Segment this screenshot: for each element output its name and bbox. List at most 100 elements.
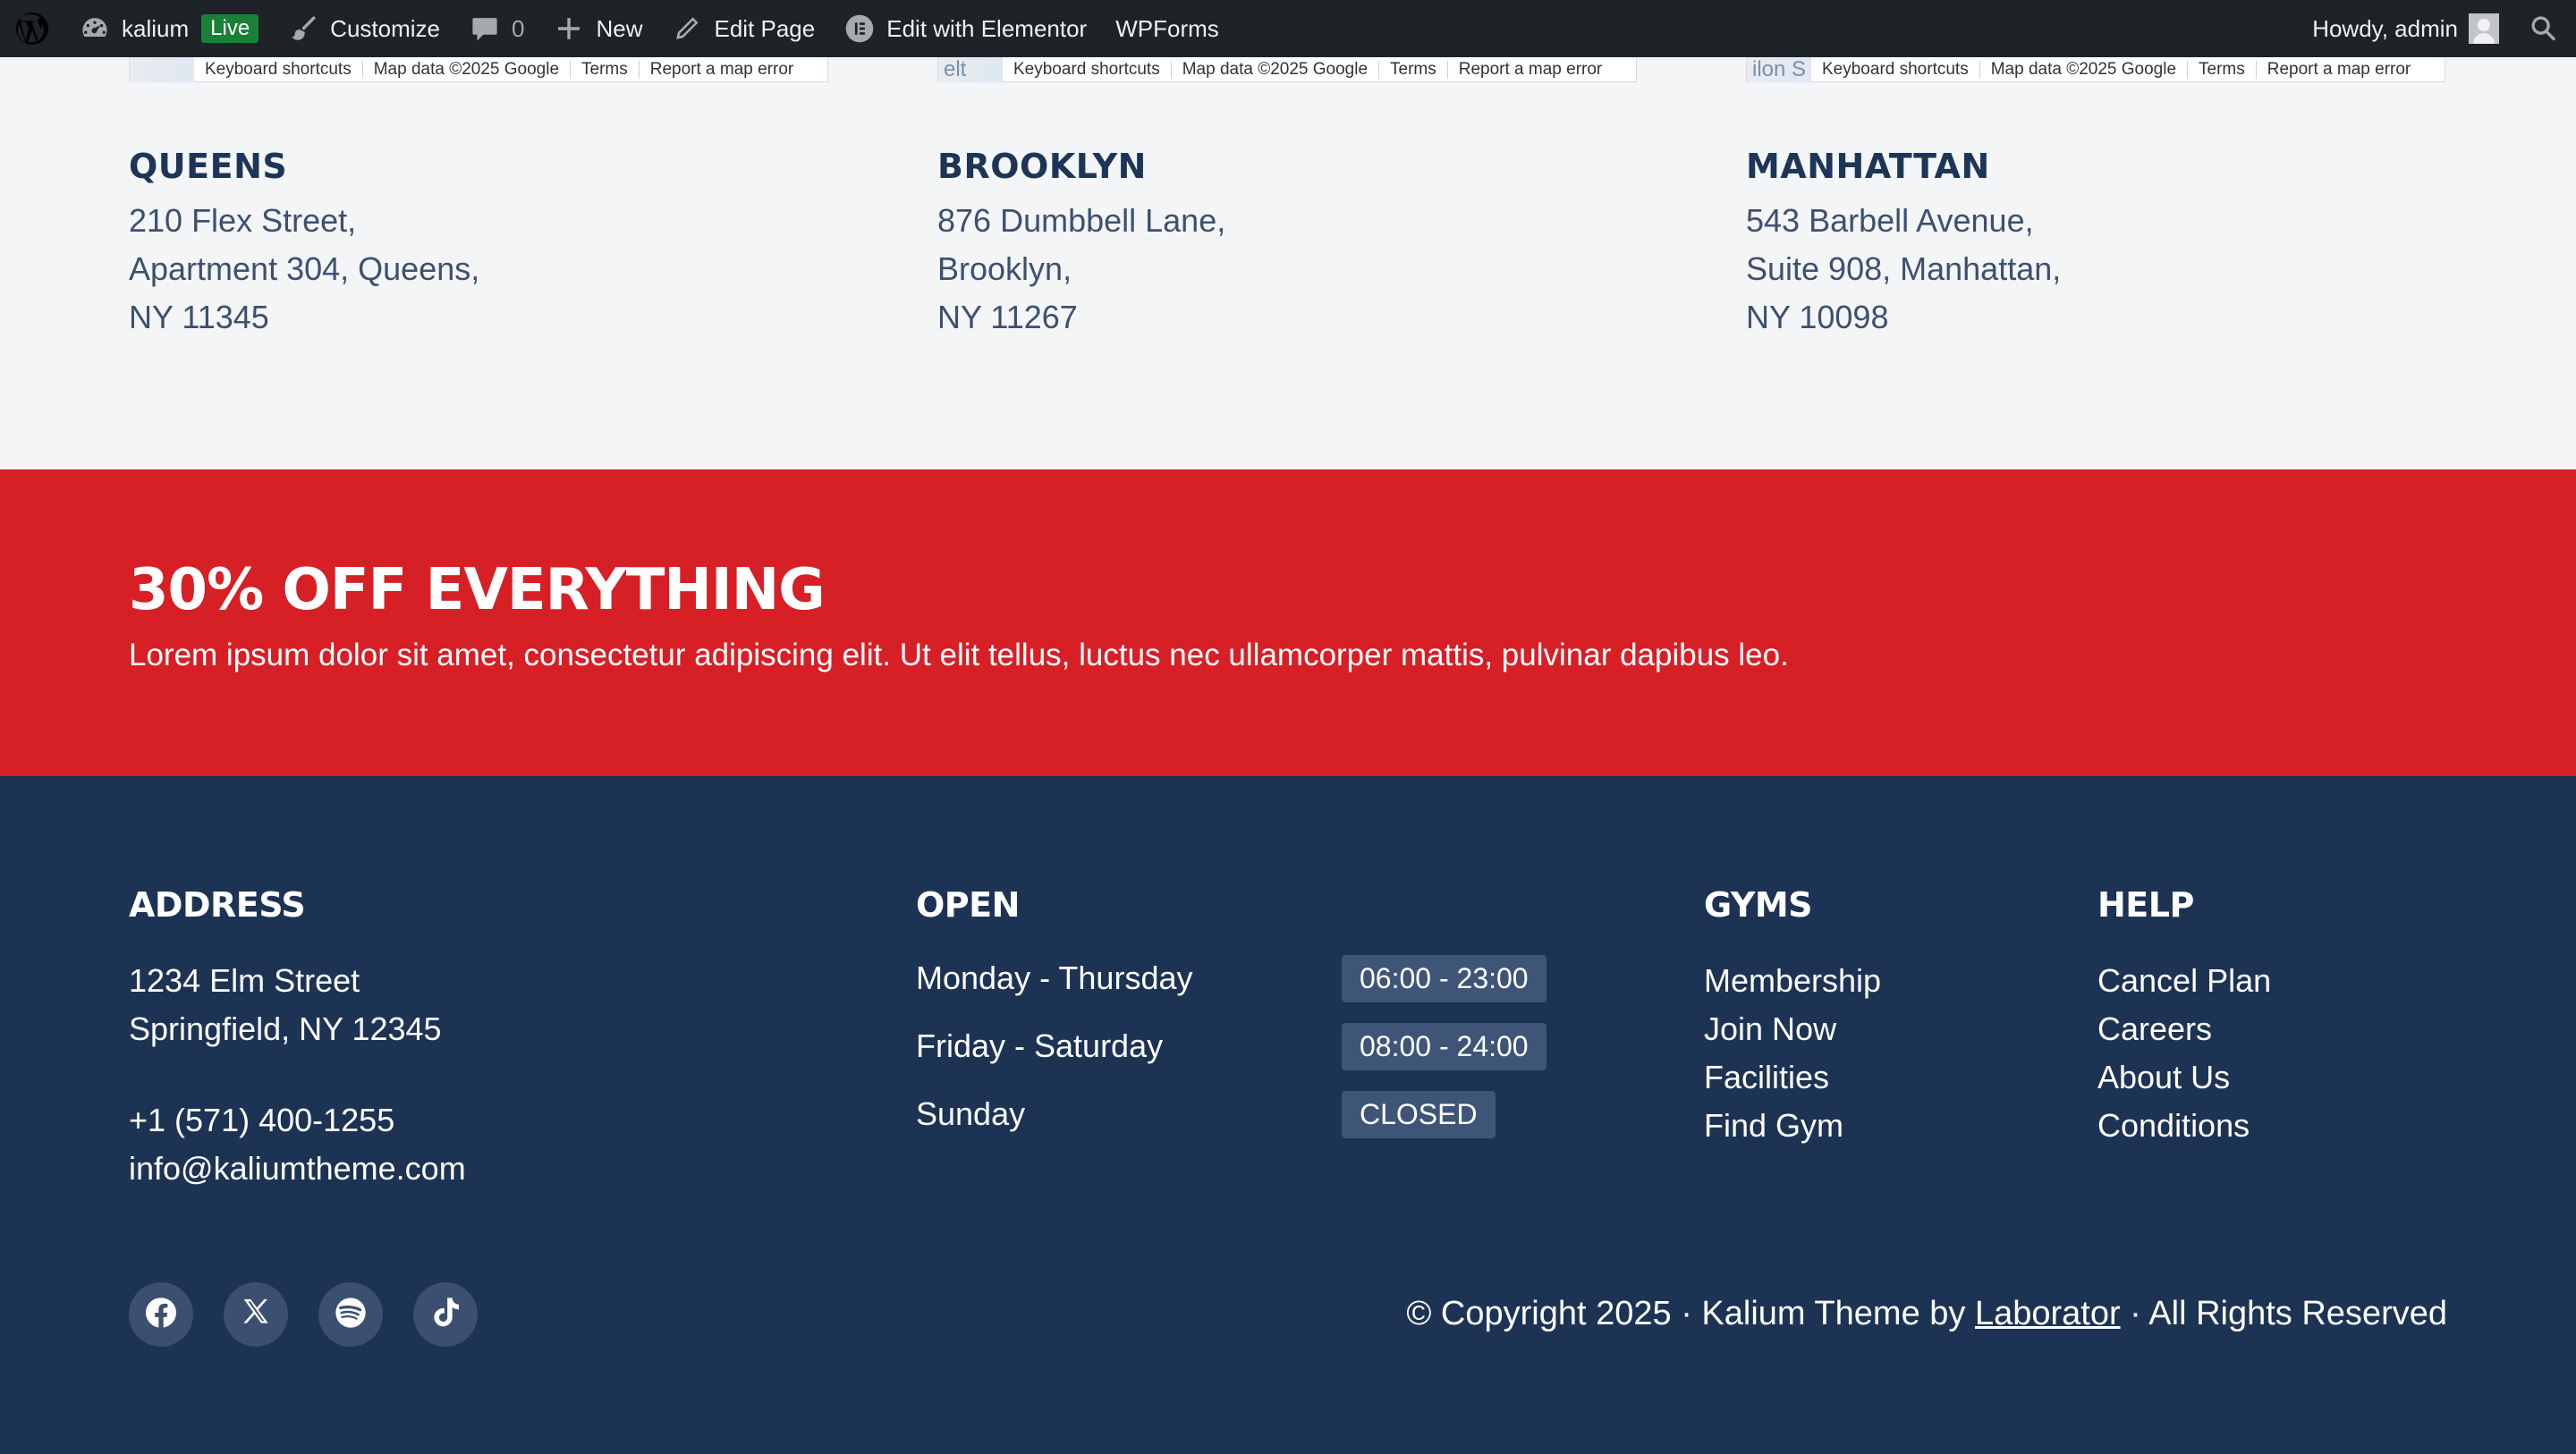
promo-banner: 30% OFF EVERYTHING Lorem ipsum dolor sit… xyxy=(0,469,2576,776)
hours-day: Monday - Thursday xyxy=(916,959,1193,996)
hours-row: Sunday CLOSED xyxy=(916,1080,1546,1148)
live-badge: Live xyxy=(201,14,259,43)
edit-page-link[interactable]: Edit Page xyxy=(657,0,829,57)
new-label: New xyxy=(596,14,643,42)
spotify-link[interactable] xyxy=(318,1282,383,1347)
site-name: kalium xyxy=(122,14,190,42)
terms-link[interactable]: Terms xyxy=(570,60,639,79)
footer-heading: GYMS xyxy=(1704,885,1813,925)
footer-heading: OPEN xyxy=(916,885,1020,925)
footer-link-find-gym[interactable]: Find Gym xyxy=(1704,1102,1881,1150)
footer-link-facilities[interactable]: Facilities xyxy=(1704,1053,1881,1102)
new-content-menu[interactable]: New xyxy=(538,0,657,57)
location-address-line: Brooklyn, xyxy=(937,250,1072,287)
tiktok-icon xyxy=(428,1295,463,1335)
facebook-icon xyxy=(143,1295,179,1335)
map-thumbnail[interactable] xyxy=(130,56,194,82)
hours-badge: 08:00 - 24:00 xyxy=(1342,1022,1546,1070)
report-map-error-link[interactable]: Report a map error xyxy=(638,60,805,79)
edit-page-label: Edit Page xyxy=(714,14,816,42)
location-address-line: Suite 908, Manhattan, xyxy=(1746,250,2062,287)
hours-badge: 06:00 - 23:00 xyxy=(1342,954,1546,1002)
keyboard-shortcuts-button[interactable]: Keyboard shortcuts xyxy=(1003,60,1171,79)
paintbrush-icon xyxy=(287,13,319,45)
location-brooklyn: BROOKLYN 876 Dumbbell Lane, Brooklyn, NY… xyxy=(937,147,1563,342)
edit-with-elementor-label: Edit with Elementor xyxy=(886,14,1088,42)
hours-day: Friday - Saturday xyxy=(916,1027,1164,1064)
spotify-icon xyxy=(333,1295,369,1335)
footer-link-about-us[interactable]: About Us xyxy=(2097,1053,2271,1102)
wpforms-label: WPForms xyxy=(1115,14,1219,42)
comments-count: 0 xyxy=(512,14,525,42)
map-attribution-manhattan: ilon S Keyboard shortcuts Map data ©2025… xyxy=(1746,56,2445,82)
site-name-menu[interactable]: kalium Live xyxy=(64,0,273,57)
location-queens: QUEENS 210 Flex Street, Apartment 304, Q… xyxy=(129,147,755,342)
edit-with-elementor-link[interactable]: Edit with Elementor xyxy=(829,0,1101,57)
customize-link[interactable]: Customize xyxy=(273,0,454,57)
x-twitter-link[interactable] xyxy=(224,1282,288,1347)
laborator-link[interactable]: Laborator xyxy=(1975,1295,2121,1332)
footer-link-careers[interactable]: Careers xyxy=(2097,1005,2271,1053)
location-address-line: Apartment 304, Queens, xyxy=(129,250,480,287)
email-address[interactable]: info@kaliumtheme.com xyxy=(129,1145,466,1193)
wordpress-logo-icon[interactable] xyxy=(0,0,64,57)
comment-bubble-icon xyxy=(469,13,501,45)
account-menu[interactable]: Howdy, admin xyxy=(2298,0,2513,57)
report-map-error-link[interactable]: Report a map error xyxy=(2255,60,2422,79)
avatar xyxy=(2469,13,2499,44)
location-name: MANHATTAN xyxy=(1746,147,1990,186)
x-icon xyxy=(238,1295,274,1335)
location-address-line: NY 11345 xyxy=(129,299,269,335)
footer-heading: HELP xyxy=(2097,885,2194,925)
footer-address: ADDRESS 1234 Elm Street Springfield, NY … xyxy=(129,885,466,1193)
copyright-suffix: · All Rights Reserved xyxy=(2120,1295,2447,1332)
dashboard-icon xyxy=(79,13,111,45)
promo-title: 30% OFF EVERYTHING xyxy=(129,557,826,623)
hours-day: Sunday xyxy=(916,1095,1026,1132)
hours-row: Monday - Thursday 06:00 - 23:00 xyxy=(916,944,1546,1012)
copyright-text: © Copyright 2025 · Kalium Theme by Labor… xyxy=(1406,1295,2447,1333)
location-address-line: 543 Barbell Avenue, xyxy=(1746,202,2034,239)
address-city: Springfield, NY 12345 xyxy=(129,1010,442,1047)
site-footer: ADDRESS 1234 Elm Street Springfield, NY … xyxy=(0,776,2576,1454)
map-data-text: Map data ©2025 Google xyxy=(361,60,570,79)
map-attribution-queens: Keyboard shortcuts Map data ©2025 Google… xyxy=(129,56,828,82)
map-thumbnail[interactable]: ilon S xyxy=(1747,56,1811,82)
copyright-prefix: © Copyright 2025 · Kalium Theme by xyxy=(1406,1295,1975,1332)
plus-icon xyxy=(553,13,585,45)
keyboard-shortcuts-button[interactable]: Keyboard shortcuts xyxy=(1811,60,1979,79)
keyboard-shortcuts-button[interactable]: Keyboard shortcuts xyxy=(194,60,362,79)
wpforms-menu[interactable]: WPForms xyxy=(1101,0,1233,57)
comments-link[interactable]: 0 xyxy=(454,0,538,57)
elementor-icon xyxy=(843,13,876,45)
location-address-line: 210 Flex Street, xyxy=(129,202,357,239)
footer-link-conditions[interactable]: Conditions xyxy=(2097,1102,2271,1150)
location-name: BROOKLYN xyxy=(937,147,1147,186)
map-thumbnail[interactable]: elt Hic xyxy=(938,56,1003,82)
footer-gyms: GYMS Membership Join Now Facilities Find… xyxy=(1704,885,1881,1150)
report-map-error-link[interactable]: Report a map error xyxy=(1446,60,1614,79)
promo-text: Lorem ipsum dolor sit amet, consectetur … xyxy=(129,638,1789,672)
pencil-icon xyxy=(671,13,703,45)
location-address-line: 876 Dumbbell Lane, xyxy=(937,202,1226,239)
map-attribution-brooklyn: elt Hic Keyboard shortcuts Map data ©202… xyxy=(937,56,1637,82)
facebook-link[interactable] xyxy=(129,1282,193,1347)
hours-row: Friday - Saturday 08:00 - 24:00 xyxy=(916,1012,1546,1080)
terms-link[interactable]: Terms xyxy=(2187,60,2256,79)
admin-bar: kalium Live Customize 0 New Edit Page Ed… xyxy=(0,0,2576,57)
footer-help: HELP Cancel Plan Careers About Us Condit… xyxy=(2097,885,2271,1150)
footer-open-hours: OPEN Monday - Thursday 06:00 - 23:00 Fri… xyxy=(916,885,1546,1148)
phone-number[interactable]: +1 (571) 400-1255 xyxy=(129,1096,466,1145)
location-address-line: NY 11267 xyxy=(937,299,1078,335)
footer-link-membership[interactable]: Membership xyxy=(1704,957,1881,1005)
hours-badge: CLOSED xyxy=(1342,1090,1496,1138)
tiktok-link[interactable] xyxy=(413,1282,478,1347)
howdy-label: Howdy, admin xyxy=(2312,14,2458,42)
location-manhattan: MANHATTAN 543 Barbell Avenue, Suite 908,… xyxy=(1746,147,2372,342)
footer-link-cancel-plan[interactable]: Cancel Plan xyxy=(2097,957,2271,1005)
terms-link[interactable]: Terms xyxy=(1378,60,1447,79)
footer-link-join-now[interactable]: Join Now xyxy=(1704,1005,1881,1053)
location-name: QUEENS xyxy=(129,147,288,186)
admin-search[interactable] xyxy=(2513,0,2576,57)
social-links xyxy=(129,1282,478,1347)
